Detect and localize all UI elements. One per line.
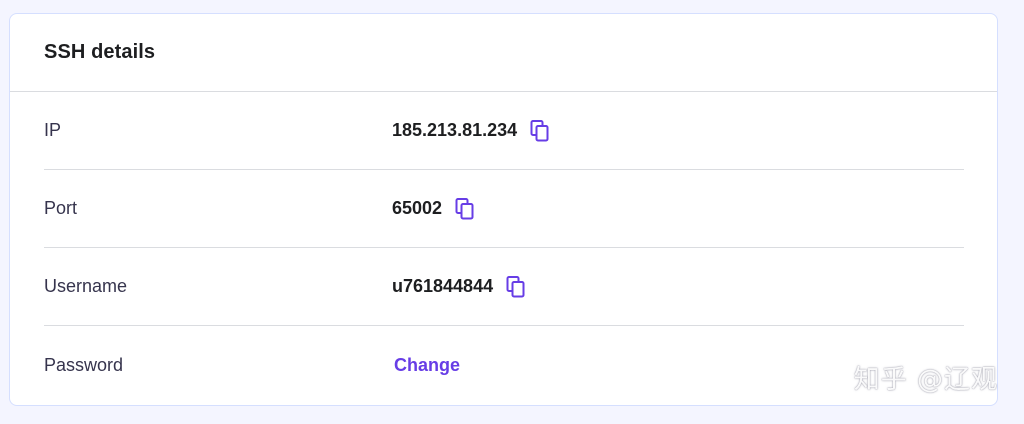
card-header: SSH details bbox=[10, 14, 997, 92]
ip-value-group: 185.213.81.234 bbox=[392, 119, 551, 143]
port-value-group: 65002 bbox=[392, 197, 476, 221]
copy-port-button[interactable] bbox=[454, 197, 476, 221]
port-value: 65002 bbox=[392, 198, 443, 218]
copy-username-button[interactable] bbox=[505, 275, 527, 299]
card-title: SSH details bbox=[44, 41, 156, 63]
ip-value: 185.213.81.234 bbox=[392, 120, 518, 140]
watermark: 知乎 @辽观 bbox=[853, 365, 998, 395]
username-value: u761844844 bbox=[392, 276, 494, 296]
password-label: Password bbox=[44, 354, 124, 375]
ssh-details-list: IP 185.213.81.234 Port 65002 Username u7… bbox=[10, 92, 997, 404]
copy-icon bbox=[530, 119, 549, 141]
row-port: Port 65002 bbox=[44, 170, 964, 248]
copy-icon bbox=[506, 275, 525, 297]
password-value-group: Change bbox=[392, 355, 460, 376]
copy-icon bbox=[455, 197, 474, 219]
username-label: Username bbox=[44, 276, 128, 296]
username-value-group: u761844844 bbox=[392, 275, 527, 299]
row-ip: IP 185.213.81.234 bbox=[44, 92, 964, 170]
ssh-details-card: SSH details IP 185.213.81.234 Port 65002 bbox=[9, 13, 998, 406]
change-password-link[interactable]: Change bbox=[394, 355, 460, 376]
port-label: Port bbox=[44, 198, 78, 218]
row-password: Password Change bbox=[44, 326, 964, 404]
row-username: Username u761844844 bbox=[44, 248, 964, 326]
ip-label: IP bbox=[44, 120, 62, 140]
copy-ip-button[interactable] bbox=[529, 119, 551, 143]
